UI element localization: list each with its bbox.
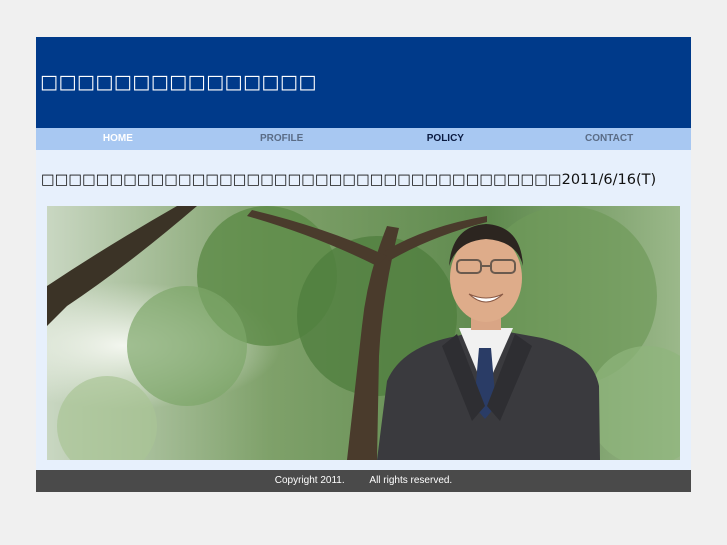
nav-item-policy[interactable]: POLICY xyxy=(364,128,528,150)
footer-rights: All rights reserved. xyxy=(369,475,453,486)
page-headline: □□□□□□□□□□□□□□□□□□□□□□□□□□□□□□□□□□□□□□20… xyxy=(41,172,657,188)
main-content: □□□□□□□□□□□□□□□□□□□□□□□□□□□□□□□□□□□□□□20… xyxy=(36,150,691,470)
nav-item-contact[interactable]: CONTACT xyxy=(527,128,691,150)
nav-item-home[interactable]: HOME xyxy=(36,128,200,150)
site-title: □□□□□□□□□□□□□□□ xyxy=(40,71,317,93)
page-container: □□□□□□□□□□□□□□□ HOME PROFILE POLICY CONT… xyxy=(36,37,691,492)
main-nav: HOME PROFILE POLICY CONTACT xyxy=(36,128,691,150)
footer-copyright: Copyright 2011. xyxy=(274,475,345,486)
site-header: □□□□□□□□□□□□□□□ xyxy=(36,37,691,128)
nav-item-profile[interactable]: PROFILE xyxy=(200,128,364,150)
hero-photo xyxy=(47,206,680,460)
site-footer: Copyright 2011. All rights reserved. xyxy=(36,470,691,492)
